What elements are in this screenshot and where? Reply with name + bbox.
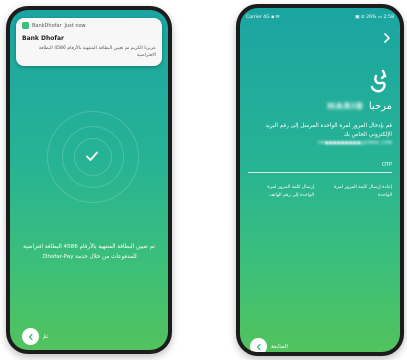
notification-app-name: BankDhofar xyxy=(32,22,62,29)
push-notification[interactable]: BankDhofar Just now Bank Dhofar عزيزنا ا… xyxy=(16,18,162,66)
masked-email: HA●●●●●●●●●@GMAIL.COM xyxy=(317,141,392,146)
notification-time: Just now xyxy=(64,22,86,29)
resend-otp-link[interactable]: إعادة إرسال كلمة المرور لمرة الواحدة xyxy=(330,184,392,200)
phone-left: BankDhofar Just now Bank Dhofar عزيزنا ا… xyxy=(6,6,172,354)
otp-screen: Carrier 4G ▪ ✉ ▣ ⊘ 26% ▭ 2:58 مرحبا HARI… xyxy=(240,8,400,352)
chevron-right-icon[interactable] xyxy=(382,32,392,44)
otp-label: OTP xyxy=(381,162,392,168)
otp-input[interactable] xyxy=(248,172,392,173)
continue-label: المتابعة xyxy=(271,344,288,350)
chevron-left-icon xyxy=(256,343,261,350)
success-screen: BankDhofar Just now Bank Dhofar عزيزنا ا… xyxy=(10,10,168,350)
continue-button[interactable] xyxy=(250,338,267,352)
notification-header: BankDhofar Just now xyxy=(22,22,86,29)
bank-dhofar-logo-icon xyxy=(370,69,387,93)
welcome-heading: مرحبا HARIB xyxy=(327,101,392,112)
back-button[interactable] xyxy=(22,328,39,345)
notification-body: عزيزنا الكريم تم تعيين البطاقة المنتهية … xyxy=(38,46,156,58)
notification-title: Bank Dhofar xyxy=(22,35,64,42)
bank-app-icon xyxy=(22,22,29,29)
success-message: تم تعيين البطاقة المنتهية بالأرقام 4586 … xyxy=(23,244,155,260)
back-label: تمّ xyxy=(43,334,49,340)
chevron-left-icon xyxy=(28,333,33,340)
otp-instruction: قم بإدخال المرور لمرة الواحدة المرسل إلى… xyxy=(265,123,392,138)
checkmark-icon xyxy=(86,151,98,161)
welcome-label: مرحبا xyxy=(368,101,392,112)
status-right: ▣ ⊘ 26% ▭ 2:58 xyxy=(355,14,394,20)
status-bar: Carrier 4G ▪ ✉ ▣ ⊘ 26% ▭ 2:58 xyxy=(246,13,394,21)
status-left: Carrier 4G ▪ ✉ xyxy=(246,14,280,20)
send-otp-phone-link[interactable]: إرسال كلمة المرور لمرة الواحدة إلى رقم ا… xyxy=(256,184,314,200)
phone-right: Carrier 4G ▪ ✉ ▣ ⊘ 26% ▭ 2:58 مرحبا HARI… xyxy=(236,4,404,356)
user-name: HARIB xyxy=(327,101,364,112)
